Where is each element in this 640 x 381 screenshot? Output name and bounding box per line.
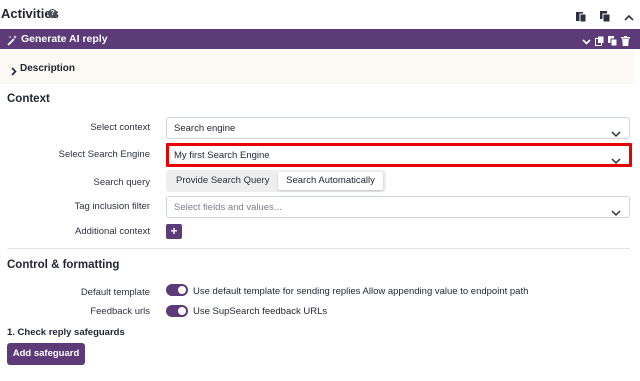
magic-wand-icon xyxy=(7,33,18,51)
activity-tools xyxy=(582,33,630,51)
default-template-text: Use default template for sending replies… xyxy=(193,286,529,297)
default-template-label: Default template xyxy=(80,287,150,298)
copy-icon[interactable] xyxy=(600,9,611,27)
toggle-knob xyxy=(178,286,186,294)
highlight-box xyxy=(166,143,632,167)
toggle-knob xyxy=(178,307,186,315)
description-label: Description xyxy=(20,63,76,74)
chevron-down-icon xyxy=(611,204,621,222)
activity-title: Generate AI reply xyxy=(21,33,108,45)
select-context-dropdown[interactable]: Search engine xyxy=(166,117,630,139)
chevron-up-icon[interactable] xyxy=(624,9,634,27)
control-formatting-heading: Control & formatting xyxy=(7,259,120,271)
chevron-right-icon xyxy=(11,63,17,81)
select-context-value: Search engine xyxy=(174,123,236,134)
paste-icon[interactable] xyxy=(576,9,587,27)
safeguards-heading: 1. Check reply safeguards xyxy=(7,327,125,338)
chevron-down-icon xyxy=(611,125,621,143)
trash-icon[interactable] xyxy=(621,33,630,51)
feedback-urls-label: Feedback urls xyxy=(90,306,150,317)
chevron-down-icon[interactable] xyxy=(582,33,591,51)
copy-icon[interactable] xyxy=(608,33,618,51)
search-query-toggle: Provide Search Query Search Automaticall… xyxy=(166,170,386,192)
description-toggle[interactable]: Description xyxy=(0,50,634,84)
feedback-urls-text: Use SupSearch feedback URLs xyxy=(193,306,328,317)
tag-filter-placeholder: Select fields and values... xyxy=(174,202,282,213)
feedback-urls-toggle[interactable] xyxy=(166,305,188,317)
select-search-engine-label: Select Search Engine xyxy=(58,149,150,160)
add-safeguard-button[interactable]: Add safeguard xyxy=(7,343,85,365)
default-template-toggle[interactable] xyxy=(166,284,188,296)
search-automatically-option[interactable]: Search Automatically xyxy=(278,172,383,190)
help-icon[interactable]: ? xyxy=(48,9,57,18)
context-heading: Context xyxy=(7,93,50,105)
activities-header: Activities ? xyxy=(0,0,640,28)
duplicate-icon[interactable] xyxy=(595,33,604,51)
tag-inclusion-filter-select[interactable]: Select fields and values... xyxy=(166,196,630,218)
header-toolbar xyxy=(576,9,634,27)
activity-header-bar[interactable]: Generate AI reply xyxy=(0,29,640,49)
additional-context-label: Additional context xyxy=(75,226,150,237)
add-context-button[interactable]: + xyxy=(166,224,182,239)
tag-inclusion-filter-label: Tag inclusion filter xyxy=(74,201,150,212)
section-divider xyxy=(7,248,630,249)
search-query-label: Search query xyxy=(93,177,150,188)
select-context-label: Select context xyxy=(90,122,150,133)
provide-search-query-option[interactable]: Provide Search Query xyxy=(170,173,275,189)
